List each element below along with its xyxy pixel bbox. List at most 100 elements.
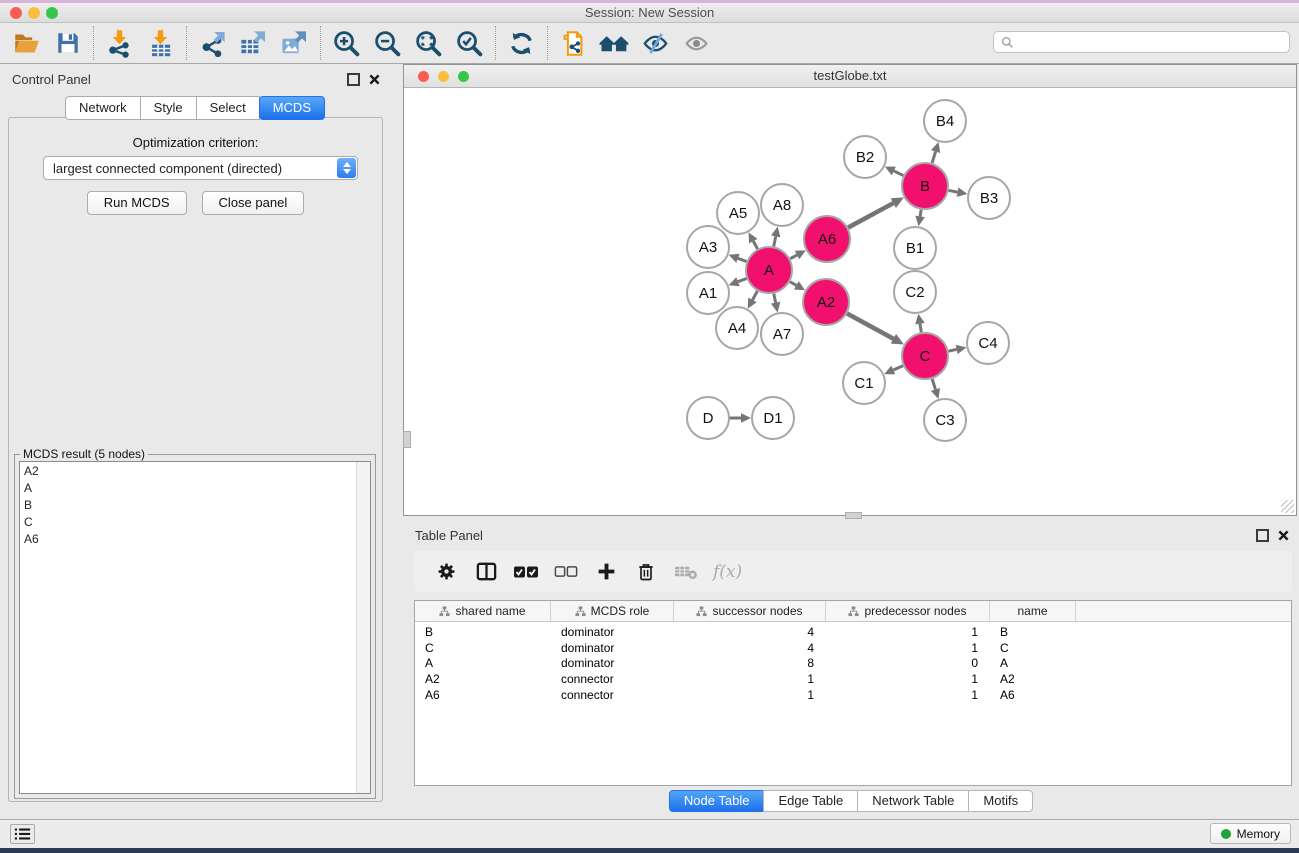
task-history-button[interactable] [10, 824, 35, 844]
graph-node-A3[interactable]: A3 [687, 226, 729, 268]
tab-network-table[interactable]: Network Table [857, 790, 969, 812]
search-input[interactable] [1019, 34, 1289, 50]
clone-network-button[interactable] [553, 25, 594, 61]
table-row[interactable]: Cdominator41C [415, 640, 1291, 656]
graph-node-A5[interactable]: A5 [717, 192, 759, 234]
table-row[interactable]: Adominator80A [415, 655, 1291, 671]
tab-style[interactable]: Style [140, 96, 197, 120]
column-header-name[interactable]: name [990, 601, 1076, 621]
network-close-icon[interactable] [418, 71, 429, 82]
graph-node-A6[interactable]: A6 [804, 216, 850, 262]
save-session-button[interactable] [47, 25, 88, 61]
tab-network[interactable]: Network [65, 96, 141, 120]
zoom-fit-button[interactable] [408, 25, 449, 61]
close-table-panel-icon[interactable] [1278, 530, 1289, 541]
mcds-result-list[interactable]: A2ABCA6 [19, 461, 371, 794]
splitter-grip-bottom[interactable] [845, 512, 862, 519]
float-panel-icon[interactable] [347, 73, 360, 86]
tab-node-table[interactable]: Node Table [669, 790, 765, 812]
graph-node-B4[interactable]: B4 [924, 100, 966, 142]
graph-node-A1[interactable]: A1 [687, 272, 729, 314]
delete-row-button[interactable] [633, 561, 659, 583]
graph-node-A2[interactable]: A2 [803, 279, 849, 325]
zoom-window-icon[interactable] [46, 7, 58, 19]
column-header-successor-nodes[interactable]: successor nodes [674, 601, 826, 621]
minimize-window-icon[interactable] [28, 7, 40, 19]
graph-node-B1[interactable]: B1 [894, 227, 936, 269]
home-networks-button[interactable] [594, 25, 635, 61]
close-panel-icon[interactable] [369, 74, 380, 85]
search-field[interactable] [993, 31, 1290, 53]
graph-node-A4[interactable]: A4 [716, 307, 758, 349]
network-window-titlebar[interactable]: testGlobe.txt [404, 65, 1296, 88]
app-titlebar[interactable]: Session: New Session [0, 3, 1299, 23]
export-image-button[interactable] [274, 25, 315, 61]
memory-button[interactable]: Memory [1210, 823, 1291, 844]
float-table-panel-icon[interactable] [1256, 529, 1269, 542]
column-header-predecessor-nodes[interactable]: predecessor nodes [826, 601, 990, 621]
graph-node-B[interactable]: B [902, 163, 948, 209]
zoom-out-button[interactable] [367, 25, 408, 61]
graph-node-A8[interactable]: A8 [761, 184, 803, 226]
table-body: Bdominator41BCdominator41CAdominator80AA… [415, 622, 1291, 702]
column-header-MCDS-role[interactable]: MCDS role [551, 601, 674, 621]
column-header-shared-name[interactable]: shared name [415, 601, 551, 621]
result-scrollbar[interactable] [356, 462, 370, 793]
import-network-button[interactable] [99, 25, 140, 61]
table-cell: B [990, 625, 1076, 639]
graph-node-B2[interactable]: B2 [844, 136, 886, 178]
network-canvas[interactable]: B4 B2 B B3 A5A8A6 A3 A B1 A1 C2 A2 A4A7 C4 C1 C D D1 C3 [404, 88, 1296, 515]
table-row[interactable]: A2connector11A2 [415, 671, 1291, 687]
import-table-button[interactable] [140, 25, 181, 61]
graph-node-A[interactable]: A [746, 247, 792, 293]
table-cell: 1 [826, 625, 990, 639]
tab-motifs[interactable]: Motifs [968, 790, 1033, 812]
column-layout-button[interactable] [473, 560, 499, 583]
graph-node-C1[interactable]: C1 [843, 362, 885, 404]
close-panel-button[interactable]: Close panel [202, 191, 305, 215]
result-item[interactable]: A2 [20, 462, 370, 479]
mcds-result-items: A2ABCA6 [20, 462, 370, 547]
result-item[interactable]: C [20, 513, 370, 530]
result-item[interactable]: A [20, 479, 370, 496]
resize-grip-icon[interactable] [1281, 500, 1294, 513]
tab-edge-table[interactable]: Edge Table [763, 790, 858, 812]
run-mcds-button[interactable]: Run MCDS [87, 191, 187, 215]
export-network-button[interactable] [192, 25, 233, 61]
deselect-all-button[interactable] [553, 564, 579, 579]
refresh-button[interactable] [501, 25, 542, 61]
settings-button[interactable] [433, 561, 459, 582]
graph-node-C[interactable]: C [902, 333, 948, 379]
network-zoom-icon[interactable] [458, 71, 469, 82]
table-row[interactable]: A6connector11A6 [415, 687, 1291, 703]
splitter-grip-left[interactable] [403, 431, 411, 448]
network-minimize-icon[interactable] [438, 71, 449, 82]
result-item[interactable]: A6 [20, 530, 370, 547]
result-item[interactable]: B [20, 496, 370, 513]
tab-mcds[interactable]: MCDS [259, 96, 325, 120]
graph-node-B3[interactable]: B3 [968, 177, 1010, 219]
hide-graphics-details-icon [682, 31, 711, 56]
table-row[interactable]: Bdominator41B [415, 624, 1291, 640]
select-all-button[interactable] [513, 564, 539, 580]
hide-graphics-details-button[interactable] [676, 25, 717, 61]
svg-text:A1: A1 [699, 285, 717, 302]
criterion-dropdown[interactable]: largest connected component (directed) [43, 156, 358, 180]
export-table-button[interactable] [233, 25, 274, 61]
task-list-icon [14, 827, 31, 841]
zoom-in-button[interactable] [326, 25, 367, 61]
close-window-icon[interactable] [10, 7, 22, 19]
open-session-button[interactable] [6, 25, 47, 61]
show-graphics-details-button[interactable] [635, 25, 676, 61]
tab-select[interactable]: Select [196, 96, 260, 120]
column-header-label: name [1017, 604, 1047, 618]
control-panel-title: Control Panel [12, 72, 91, 87]
add-row-button[interactable] [593, 561, 619, 582]
graph-node-C2[interactable]: C2 [894, 271, 936, 313]
zoom-selected-button[interactable] [449, 25, 490, 61]
graph-node-D[interactable]: D [687, 397, 729, 439]
graph-node-D1[interactable]: D1 [752, 397, 794, 439]
graph-node-C3[interactable]: C3 [924, 399, 966, 441]
graph-node-C4[interactable]: C4 [967, 322, 1009, 364]
graph-node-A7[interactable]: A7 [761, 313, 803, 355]
